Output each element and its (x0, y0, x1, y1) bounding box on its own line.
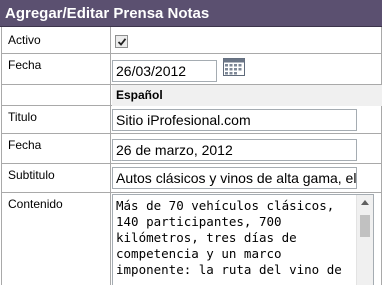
language-section-header: Español (112, 85, 382, 106)
calendar-icon[interactable] (223, 58, 245, 76)
fecha-input[interactable]: 26/03/2012 (112, 60, 217, 82)
grid-line (1, 53, 382, 54)
form-header: Agregar/Editar Prensa Notas (0, 0, 382, 27)
scrollbar-thumb[interactable] (360, 215, 370, 237)
checkmark-icon (117, 38, 127, 46)
subtitulo-input[interactable]: Autos clásicos y vinos de alta gama, el (112, 167, 357, 189)
grid-line (1, 27, 2, 285)
contenido-textarea[interactable]: Más de 70 vehículos clásicos, 140 partic… (112, 194, 374, 285)
titulo-input[interactable]: Sitio iProfesional.com (112, 109, 357, 131)
contenido-text: Más de 70 vehículos clásicos, 140 partic… (116, 198, 342, 277)
subtitulo-label: Subtitulo (8, 168, 55, 182)
contenido-label: Contenido (8, 197, 63, 211)
titulo-label: Titulo (8, 110, 37, 124)
activo-checkbox[interactable] (115, 35, 128, 48)
grid-line (110, 27, 111, 285)
grid-line (1, 163, 382, 164)
activo-label: Activo (8, 33, 41, 47)
grid-line (1, 133, 382, 134)
fecha-texto-label: Fecha (8, 138, 42, 152)
textarea-scrollbar[interactable] (356, 195, 373, 285)
scroll-up-arrow-icon[interactable] (361, 200, 369, 205)
fecha-texto-input[interactable]: 26 de marzo, 2012 (112, 139, 357, 161)
grid-line (1, 192, 382, 193)
fecha-label: Fecha (8, 58, 42, 72)
